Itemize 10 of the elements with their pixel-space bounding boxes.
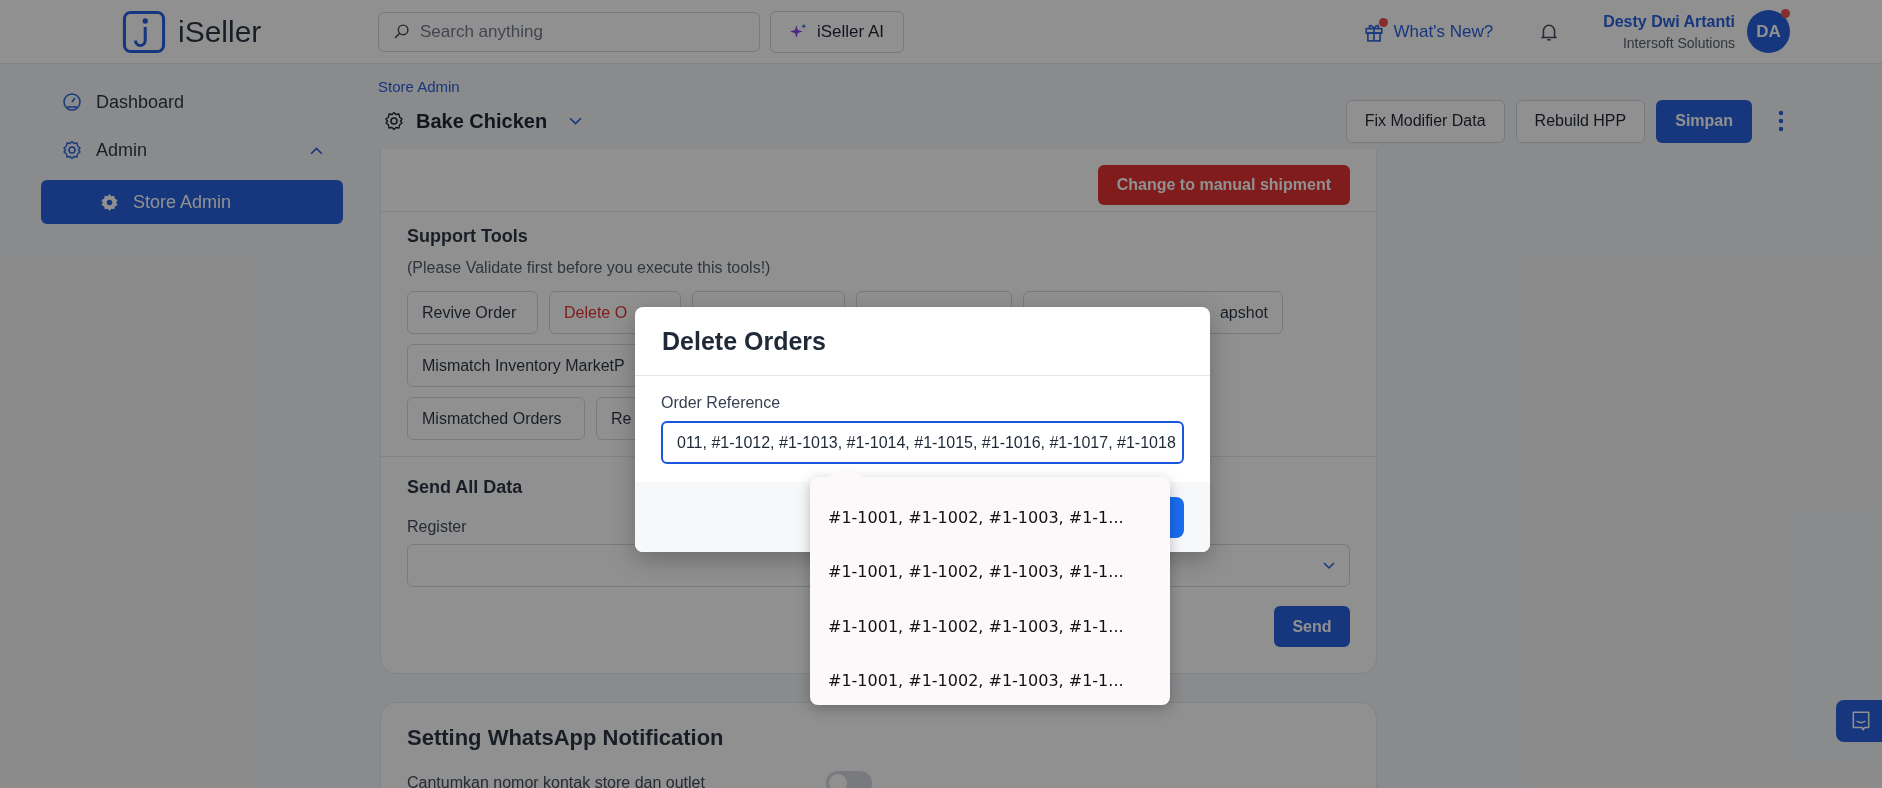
user-name: Desty Dwi Artanti xyxy=(1603,12,1735,31)
field-label: Order Reference xyxy=(661,394,782,412)
section-title: Send All Data xyxy=(407,477,524,498)
section-title: Setting WhatsApp Notification xyxy=(407,725,725,751)
logo-text: iSeller xyxy=(178,14,262,49)
store-title: Bake Chicken xyxy=(416,109,548,133)
warning-note: (Please Validate first before you execute this tools!) xyxy=(407,259,772,277)
option-label: Cantumkan nomor kontak store dan outlet xyxy=(407,774,706,788)
company-name: Intersoft Solutions xyxy=(1622,34,1735,51)
section-title: Support Tools xyxy=(407,226,529,247)
